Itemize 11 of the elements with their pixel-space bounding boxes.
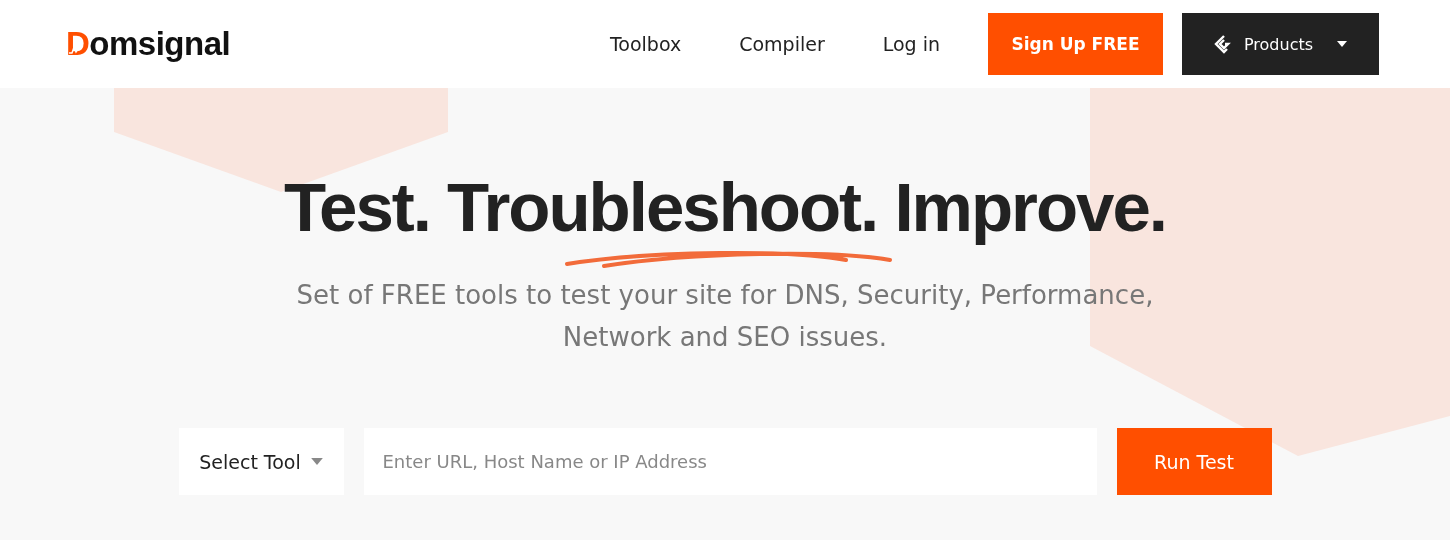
caret-icon bbox=[310, 458, 323, 465]
tool-select[interactable]: Select Tool bbox=[178, 428, 344, 495]
logo[interactable]: Domsignal bbox=[66, 25, 231, 63]
products-button[interactable]: Products bbox=[1182, 13, 1379, 75]
headline: Test. Troubleshoot. Improve. bbox=[284, 168, 1166, 248]
caret-icon bbox=[1337, 41, 1348, 47]
nav-link[interactable]: Log in bbox=[882, 33, 940, 55]
subtitle: Set of FREE tools to test your site for DNS, Security, Performance, Network and SEO issues. bbox=[295, 279, 1155, 354]
nav-link[interactable]: Toolbox bbox=[609, 33, 682, 55]
url-input-field[interactable]: Enter URL, Host Name or IP Address bbox=[363, 428, 1097, 495]
nav-link[interactable]: Compiler bbox=[739, 33, 825, 55]
